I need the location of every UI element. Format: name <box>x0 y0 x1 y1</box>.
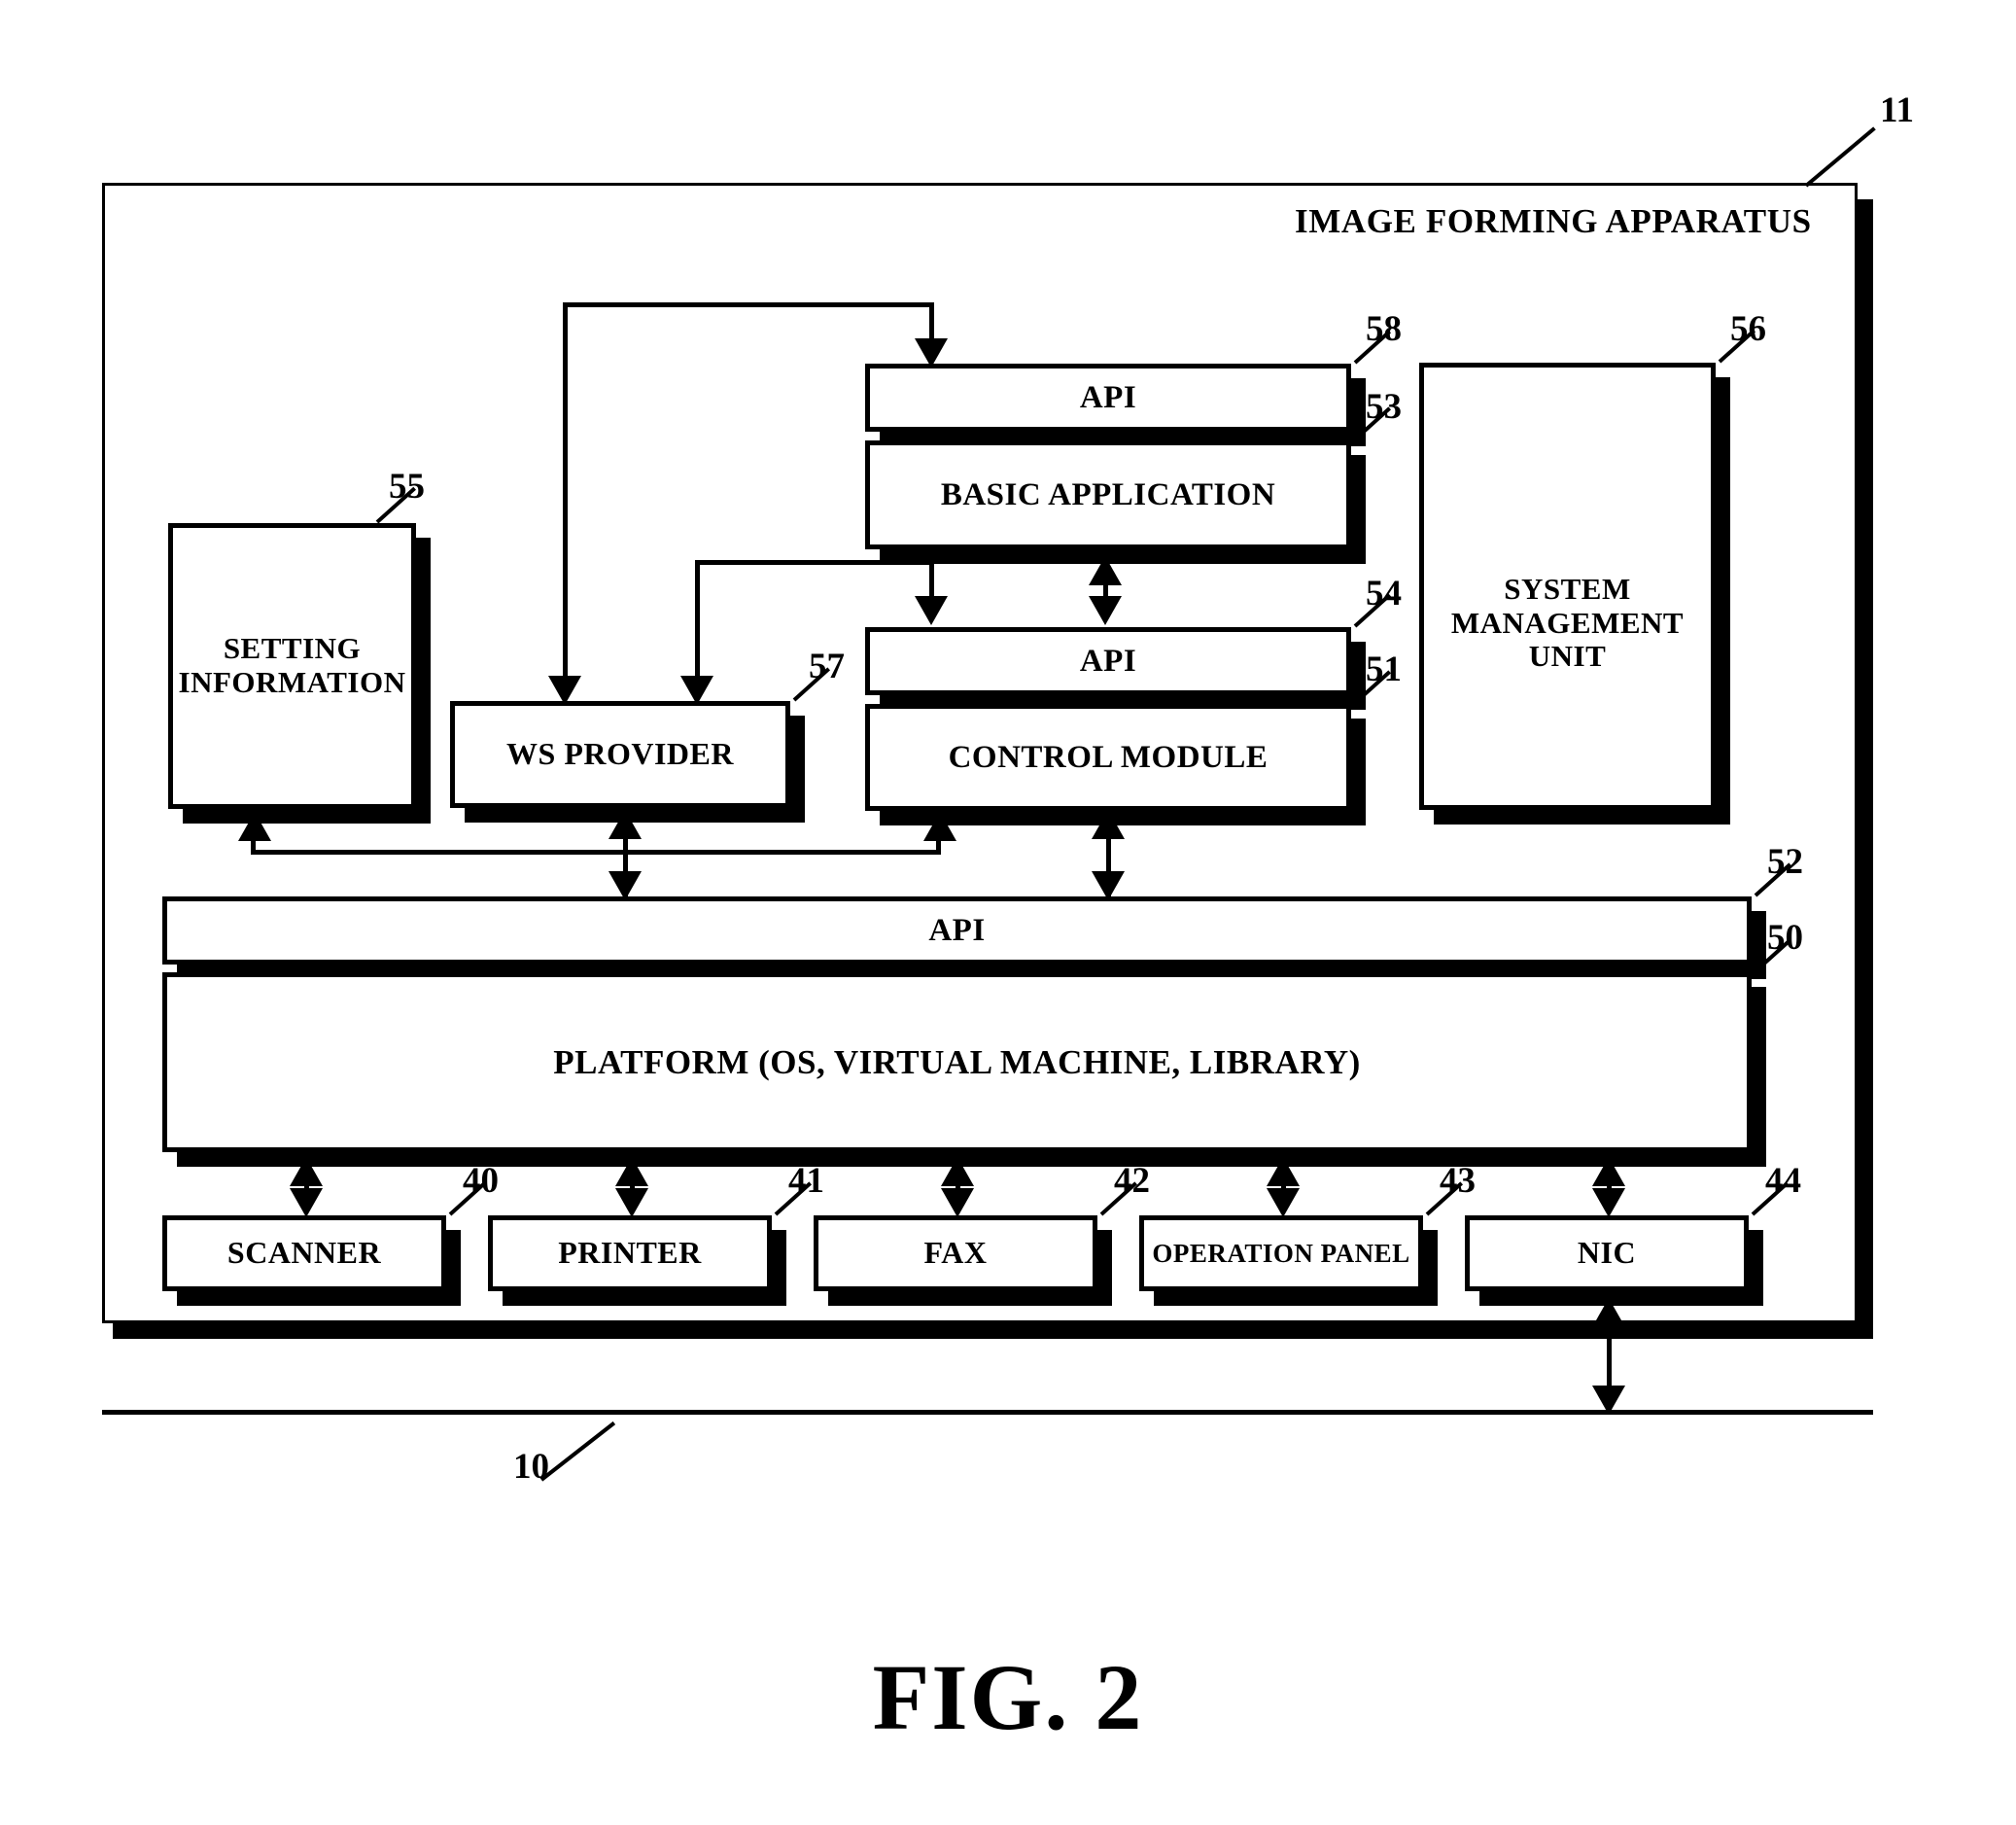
api-top-block: API <box>865 364 1351 432</box>
arrowhead-nic-network-up <box>1592 1298 1625 1327</box>
api-mid-ref-number: 54 <box>1366 574 1402 614</box>
device-ref-number-operation-panel: 43 <box>1440 1161 1476 1201</box>
arrowhead-nic-network-down <box>1592 1386 1625 1415</box>
device-block-printer: PRINTER <box>488 1215 772 1291</box>
arrowhead-to-api-mid <box>915 596 948 625</box>
api-platform-label: API <box>928 912 986 948</box>
platform-ref-number: 50 <box>1767 918 1803 958</box>
arrowhead-to-setting-information <box>238 812 271 841</box>
arrowhead-from-control-module-left <box>923 812 956 841</box>
api-platform-block: API <box>162 896 1752 965</box>
arrowhead-nic-down <box>1592 1188 1625 1217</box>
basic-application-ref-number: 53 <box>1366 387 1402 427</box>
arrowhead-basicapp-up <box>1089 556 1122 585</box>
device-block-scanner: SCANNER <box>162 1215 446 1291</box>
ws-provider-label: WS PROVIDER <box>506 736 734 772</box>
setting-information-ref-number: 55 <box>389 467 425 507</box>
device-label-printer: PRINTER <box>558 1235 702 1271</box>
device-block-fax: FAX <box>814 1215 1097 1291</box>
ws-provider-block: WS PROVIDER <box>450 701 790 808</box>
apparatus-ref-leader <box>1804 126 1876 188</box>
arrowhead-operation-panel-down <box>1267 1188 1300 1217</box>
arrowhead-wsprovider-up <box>608 810 642 839</box>
system-management-unit-label-line1: SYSTEM <box>1504 571 1631 606</box>
setting-information-block: SETTING INFORMATION <box>168 523 416 809</box>
connector-outer-top <box>563 302 934 307</box>
arrowhead-fax-up <box>941 1157 974 1186</box>
api-top-ref-number: 58 <box>1366 309 1402 349</box>
arrowhead-fax-down <box>941 1188 974 1217</box>
api-platform-ref-number: 52 <box>1767 842 1803 882</box>
device-ref-number-printer: 41 <box>788 1161 824 1201</box>
arrowhead-printer-up <box>615 1157 648 1186</box>
setting-information-label-line2: INFORMATION <box>178 665 406 699</box>
system-management-unit-block: SYSTEM MANAGEMENT UNIT <box>1419 363 1716 810</box>
connector-setting-bus <box>251 850 941 855</box>
arrowhead-scanner-down <box>290 1188 323 1217</box>
connector-inner-top <box>695 560 934 565</box>
network-ref-number: 10 <box>513 1447 549 1487</box>
arrowhead-to-api-top <box>915 338 948 368</box>
arrowhead-to-ws-provider-left <box>548 676 581 705</box>
arrowhead-nic-up <box>1592 1157 1625 1186</box>
arrowhead-wsprovider-down <box>608 871 642 900</box>
device-ref-number-scanner: 40 <box>463 1161 499 1201</box>
arrowhead-to-ws-provider-right <box>680 676 713 705</box>
api-mid-label: API <box>1079 643 1137 679</box>
system-management-unit-label-line2: MANAGEMENT <box>1450 605 1685 640</box>
basic-application-label: BASIC APPLICATION <box>940 476 1276 512</box>
ws-provider-ref-number: 57 <box>809 647 845 686</box>
connector-outer-left-down <box>563 302 568 684</box>
apparatus-ref-number: 11 <box>1880 90 1914 130</box>
arrowhead-printer-down <box>615 1188 648 1217</box>
network-ref-leader <box>539 1421 616 1482</box>
arrowhead-scanner-up <box>290 1157 323 1186</box>
device-label-nic: NIC <box>1577 1235 1637 1271</box>
basic-application-block: BASIC APPLICATION <box>865 440 1351 549</box>
arrowhead-controlmodule-down <box>1092 871 1125 900</box>
setting-information-label-line1: SETTING <box>223 631 362 666</box>
device-label-operation-panel: OPERATION PANEL <box>1152 1238 1410 1268</box>
device-label-fax: FAX <box>923 1235 988 1271</box>
device-ref-number-nic: 44 <box>1765 1161 1801 1201</box>
figure-caption: FIG. 2 <box>872 1645 1144 1749</box>
system-management-unit-ref-number: 56 <box>1730 309 1766 349</box>
arrowhead-apimid-down <box>1089 596 1122 625</box>
platform-label: PLATFORM (OS, VIRTUAL MACHINE, LIBRARY) <box>553 1042 1361 1081</box>
device-label-scanner: SCANNER <box>226 1235 382 1271</box>
control-module-label: CONTROL MODULE <box>948 739 1269 775</box>
apparatus-title: IMAGE FORMING APPARATUS <box>1295 202 1812 240</box>
connector-inner-left-down <box>695 560 700 684</box>
api-top-label: API <box>1079 379 1137 415</box>
control-module-ref-number: 51 <box>1366 649 1402 689</box>
system-management-unit-label-line3: UNIT <box>1528 639 1607 674</box>
figure-canvas: 11 IMAGE FORMING APPARATUS SETTING INFOR… <box>0 0 2016 1825</box>
arrowhead-controlmodule-up <box>1092 810 1125 839</box>
platform-block: PLATFORM (OS, VIRTUAL MACHINE, LIBRARY) <box>162 972 1752 1152</box>
device-block-operation-panel: OPERATION PANEL <box>1139 1215 1423 1291</box>
arrowhead-operation-panel-up <box>1267 1157 1300 1186</box>
device-ref-number-fax: 42 <box>1114 1161 1150 1201</box>
api-mid-block: API <box>865 627 1351 695</box>
control-module-block: CONTROL MODULE <box>865 704 1351 811</box>
device-block-nic: NIC <box>1465 1215 1749 1291</box>
